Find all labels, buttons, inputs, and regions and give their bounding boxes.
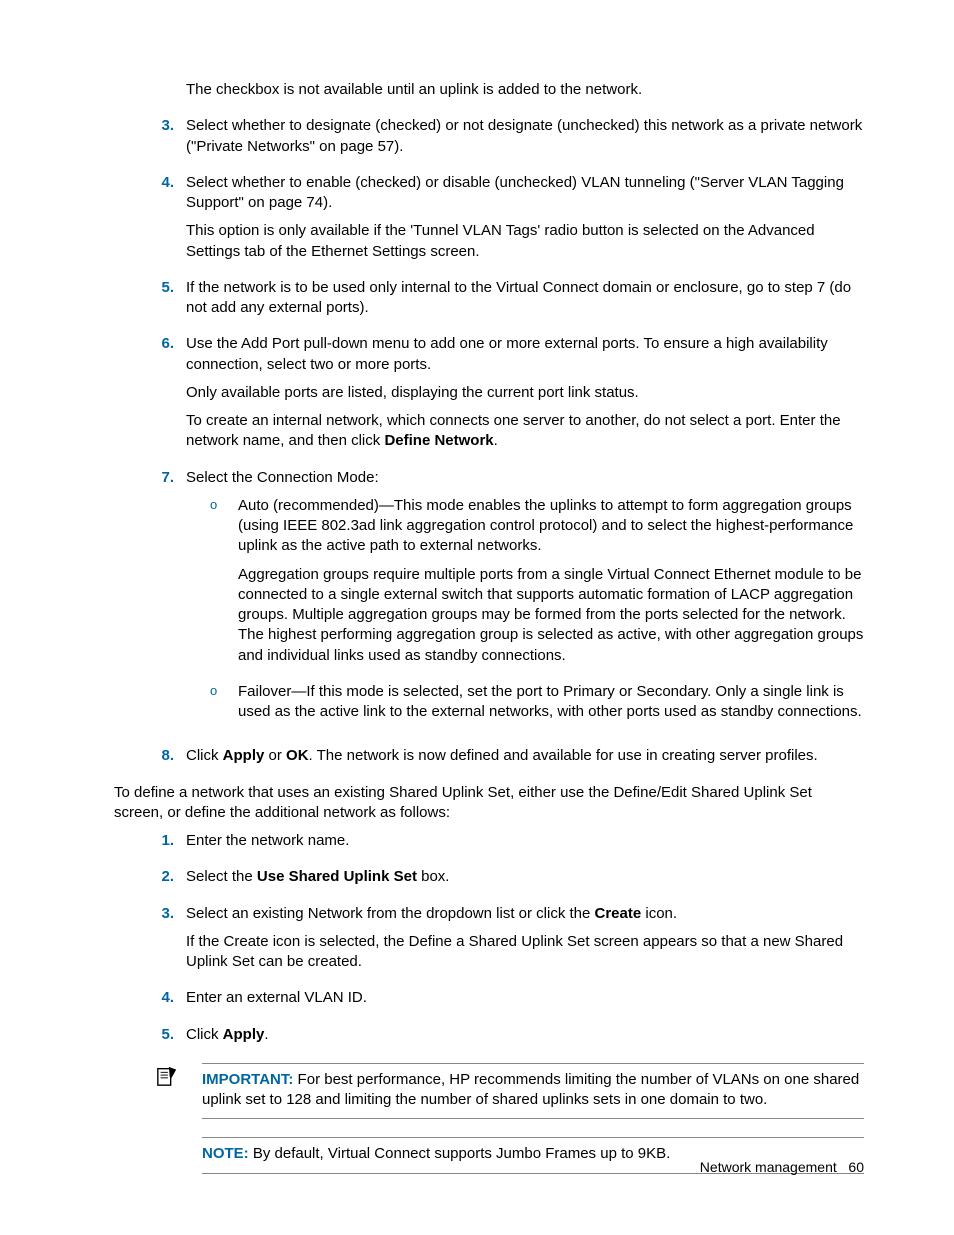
step-5: 5. If the network is to be used only int… — [150, 278, 864, 327]
step-text: Click Apply or OK. The network is now de… — [186, 746, 864, 766]
step-text: Enter an external VLAN ID. — [186, 988, 864, 1008]
step2-5: 5. Click Apply. — [150, 1025, 864, 1053]
step-number: 5. — [150, 1025, 174, 1045]
step-subtext: This option is only available if the 'Tu… — [186, 221, 864, 262]
continuation-block: The checkbox is not available until an u… — [90, 80, 864, 775]
note-icon-empty — [150, 1137, 202, 1139]
step-6: 6. Use the Add Port pull-down menu to ad… — [150, 334, 864, 459]
bullet-icon: o — [210, 682, 238, 731]
step-number: 6. — [150, 334, 174, 354]
page: The checkbox is not available until an u… — [0, 0, 954, 1235]
step-4: 4. Select whether to enable (checked) or… — [150, 173, 864, 270]
step-number: 3. — [150, 904, 174, 924]
step-text: Use the Add Port pull-down menu to add o… — [186, 334, 864, 375]
step-text: Select whether to designate (checked) or… — [186, 116, 864, 157]
step-number: 3. — [150, 116, 174, 136]
page-ref[interactable]: 74 — [306, 194, 323, 211]
step-number: 8. — [150, 746, 174, 766]
intro-text: The checkbox is not available until an u… — [186, 80, 864, 100]
note-label: NOTE: — [202, 1145, 249, 1162]
step-subtext: If the Create icon is selected, the Defi… — [186, 932, 864, 973]
footer-page-number: 60 — [848, 1159, 864, 1175]
substep-text: Auto (recommended)—This mode enables the… — [238, 496, 864, 557]
important-label: IMPORTANT: — [202, 1071, 293, 1088]
step-7: 7. Select the Connection Mode: o Auto (r… — [150, 468, 864, 739]
step-text: Click Apply. — [186, 1025, 864, 1045]
substep-auto: o Auto (recommended)—This mode enables t… — [210, 496, 864, 674]
substep-text: Failover—If this mode is selected, set t… — [238, 682, 864, 723]
step-number: 4. — [150, 173, 174, 193]
step-text: If the network is to be used only intern… — [186, 278, 864, 319]
bullet-icon: o — [210, 496, 238, 674]
second-list: 1. Enter the network name. 2. Select the… — [90, 831, 864, 1186]
step-3: 3. Select whether to designate (checked)… — [150, 116, 864, 165]
important-text: IMPORTANT: For best performance, HP reco… — [202, 1063, 864, 1120]
step-subtext: To create an internal network, which con… — [186, 411, 864, 452]
important-callout: IMPORTANT: For best performance, HP reco… — [150, 1063, 864, 1132]
step-text: Select the Connection Mode: — [186, 468, 864, 488]
intro-paragraph-row: The checkbox is not available until an u… — [150, 80, 864, 108]
step-number: 7. — [150, 468, 174, 488]
step-number: 5. — [150, 278, 174, 298]
important-icon — [150, 1063, 202, 1087]
step-8: 8. Click Apply or OK. The network is now… — [150, 746, 864, 774]
step-number: 4. — [150, 988, 174, 1008]
step2-4: 4. Enter an external VLAN ID. — [150, 988, 864, 1016]
step2-2: 2. Select the Use Shared Uplink Set box. — [150, 867, 864, 895]
empty-marker — [150, 80, 186, 108]
mid-paragraph: To define a network that uses an existin… — [90, 783, 864, 824]
footer-section: Network management — [700, 1159, 837, 1175]
page-ref[interactable]: 57 — [378, 138, 395, 155]
step-number: 2. — [150, 867, 174, 887]
step2-3: 3. Select an existing Network from the d… — [150, 904, 864, 981]
step2-1: 1. Enter the network name. — [150, 831, 864, 859]
step-text: Enter the network name. — [186, 831, 864, 851]
step-text: Select whether to enable (checked) or di… — [186, 173, 864, 214]
page-footer: Network management 60 — [700, 1158, 864, 1177]
substep-subtext: Aggregation groups require multiple port… — [238, 565, 864, 666]
step-subtext: Only available ports are listed, display… — [186, 383, 864, 403]
step-text: Select an existing Network from the drop… — [186, 904, 864, 924]
substep-failover: o Failover—If this mode is selected, set… — [210, 682, 864, 731]
step-number: 1. — [150, 831, 174, 851]
step-text: Select the Use Shared Uplink Set box. — [186, 867, 864, 887]
